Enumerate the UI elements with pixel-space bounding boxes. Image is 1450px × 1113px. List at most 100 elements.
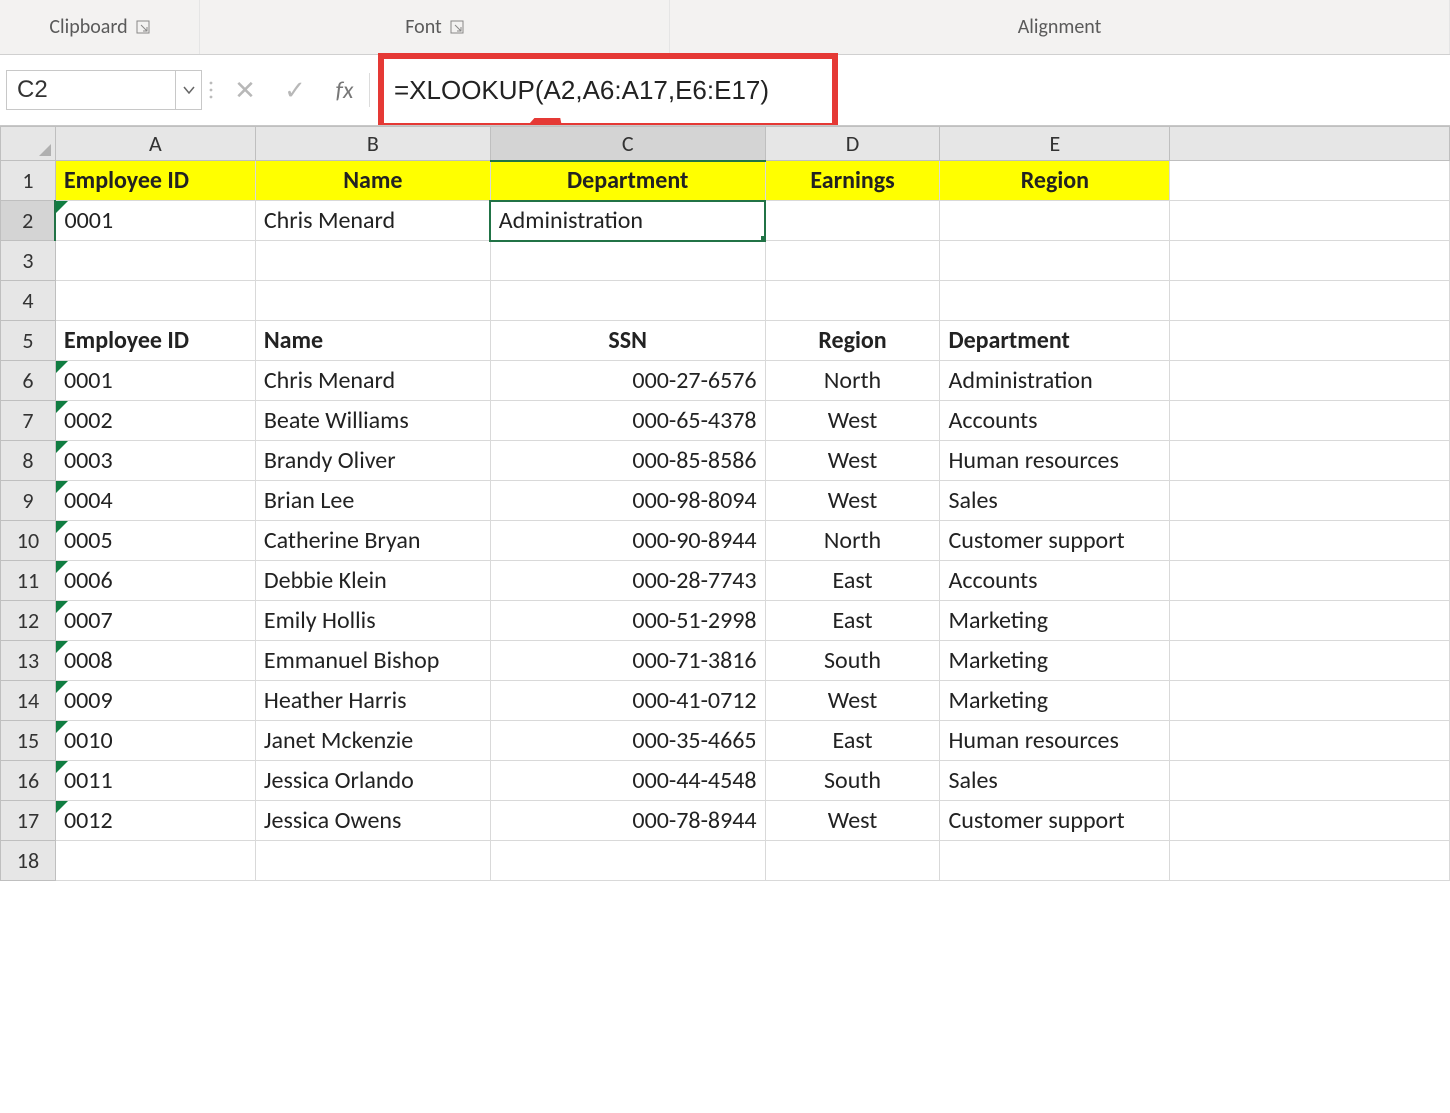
cell[interactable]: Debbie Klein <box>255 561 490 601</box>
cell[interactable]: 0005 <box>55 521 255 561</box>
table-row[interactable]: 5 Employee ID Name SSN Region Department <box>1 321 1450 361</box>
cell[interactable]: Chris Menard <box>255 201 490 241</box>
cell[interactable]: Employee ID <box>55 161 255 201</box>
spreadsheet-grid[interactable]: A B C D E 1 Employee ID Name Department … <box>0 125 1450 881</box>
cell[interactable]: Customer support <box>940 521 1170 561</box>
row-header[interactable]: 3 <box>1 241 56 281</box>
cell[interactable]: Department <box>940 321 1170 361</box>
cell[interactable]: Region <box>940 161 1170 201</box>
cell[interactable]: SSN <box>490 321 765 361</box>
cell[interactable] <box>255 841 490 881</box>
cell[interactable]: Catherine Bryan <box>255 521 490 561</box>
cell[interactable]: North <box>765 361 940 401</box>
cell[interactable]: 0008 <box>55 641 255 681</box>
cell[interactable] <box>940 201 1170 241</box>
dialog-launcher-icon[interactable] <box>136 20 150 34</box>
cell[interactable] <box>765 241 940 281</box>
cell[interactable] <box>1170 561 1450 601</box>
cell[interactable] <box>1170 841 1450 881</box>
cell[interactable]: 000-28-7743 <box>490 561 765 601</box>
cell[interactable]: West <box>765 681 940 721</box>
col-header-B[interactable]: B <box>255 127 490 161</box>
row-header[interactable]: 16 <box>1 761 56 801</box>
cell[interactable]: Department <box>490 161 765 201</box>
table-row[interactable]: 90004Brian Lee000-98-8094WestSales <box>1 481 1450 521</box>
table-row[interactable]: 100005Catherine Bryan000-90-8944NorthCus… <box>1 521 1450 561</box>
cell[interactable]: 0002 <box>55 401 255 441</box>
cell[interactable]: Emily Hollis <box>255 601 490 641</box>
col-header-A[interactable]: A <box>55 127 255 161</box>
cell[interactable]: Human resources <box>940 721 1170 761</box>
cell[interactable]: Marketing <box>940 601 1170 641</box>
row-header[interactable]: 13 <box>1 641 56 681</box>
table-row[interactable]: 18 <box>1 841 1450 881</box>
cell[interactable] <box>1170 681 1450 721</box>
cell[interactable] <box>765 841 940 881</box>
table-row[interactable]: 160011Jessica Orlando000-44-4548SouthSal… <box>1 761 1450 801</box>
cell[interactable]: Marketing <box>940 681 1170 721</box>
cell[interactable]: 000-51-2998 <box>490 601 765 641</box>
table-row[interactable]: 120007Emily Hollis000-51-2998EastMarketi… <box>1 601 1450 641</box>
cell[interactable]: Jessica Owens <box>255 801 490 841</box>
cell-active[interactable]: Administration <box>490 201 765 241</box>
row-header[interactable]: 15 <box>1 721 56 761</box>
cell[interactable] <box>1170 481 1450 521</box>
cell[interactable]: South <box>765 641 940 681</box>
cell[interactable]: South <box>765 761 940 801</box>
cell[interactable]: 000-65-4378 <box>490 401 765 441</box>
cell[interactable] <box>1170 601 1450 641</box>
cell[interactable]: Sales <box>940 761 1170 801</box>
cell[interactable]: Human resources <box>940 441 1170 481</box>
table-row[interactable]: 4 <box>1 281 1450 321</box>
row-header[interactable]: 17 <box>1 801 56 841</box>
cell[interactable] <box>765 281 940 321</box>
cell[interactable]: Brandy Oliver <box>255 441 490 481</box>
cell[interactable]: 0003 <box>55 441 255 481</box>
ribbon-group-alignment[interactable]: Alignment <box>670 0 1450 54</box>
cell[interactable] <box>1170 321 1450 361</box>
cell[interactable]: Marketing <box>940 641 1170 681</box>
cell[interactable] <box>1170 721 1450 761</box>
cell[interactable]: Janet Mckenzie <box>255 721 490 761</box>
table-row[interactable]: 140009Heather Harris000-41-0712WestMarke… <box>1 681 1450 721</box>
table-row[interactable]: 80003Brandy Oliver000-85-8586WestHuman r… <box>1 441 1450 481</box>
row-header[interactable]: 10 <box>1 521 56 561</box>
cell[interactable]: Earnings <box>765 161 940 201</box>
table-row[interactable]: 2 0001 Chris Menard Administration <box>1 201 1450 241</box>
select-all-corner[interactable] <box>1 127 56 161</box>
row-header[interactable]: 4 <box>1 281 56 321</box>
cell[interactable] <box>490 841 765 881</box>
row-header[interactable]: 8 <box>1 441 56 481</box>
cell[interactable]: 000-44-4548 <box>490 761 765 801</box>
row-header[interactable]: 5 <box>1 321 56 361</box>
cell[interactable]: 000-78-8944 <box>490 801 765 841</box>
table-row[interactable]: 170012Jessica Owens000-78-8944WestCustom… <box>1 801 1450 841</box>
cell[interactable]: 0007 <box>55 601 255 641</box>
cell[interactable]: 0006 <box>55 561 255 601</box>
cell[interactable] <box>490 241 765 281</box>
row-header[interactable]: 12 <box>1 601 56 641</box>
cell[interactable]: 0001 <box>55 201 255 241</box>
name-box[interactable] <box>6 70 176 110</box>
col-header-C[interactable]: C <box>490 127 765 161</box>
col-header-E[interactable]: E <box>940 127 1170 161</box>
ribbon-group-clipboard[interactable]: Clipboard <box>0 0 200 54</box>
cell[interactable]: East <box>765 561 940 601</box>
cell[interactable] <box>1170 641 1450 681</box>
table-row[interactable]: 3 <box>1 241 1450 281</box>
cell[interactable]: East <box>765 601 940 641</box>
dialog-launcher-icon[interactable] <box>450 20 464 34</box>
cell[interactable]: 000-90-8944 <box>490 521 765 561</box>
cell[interactable]: West <box>765 481 940 521</box>
cell[interactable] <box>55 281 255 321</box>
row-header[interactable]: 11 <box>1 561 56 601</box>
name-box-dropdown[interactable] <box>176 70 202 110</box>
row-header[interactable]: 6 <box>1 361 56 401</box>
cell[interactable] <box>765 201 940 241</box>
cell[interactable]: 0012 <box>55 801 255 841</box>
cell[interactable] <box>1170 401 1450 441</box>
cell[interactable]: Region <box>765 321 940 361</box>
row-header[interactable]: 2 <box>1 201 56 241</box>
cell[interactable]: East <box>765 721 940 761</box>
cell[interactable]: 0010 <box>55 721 255 761</box>
